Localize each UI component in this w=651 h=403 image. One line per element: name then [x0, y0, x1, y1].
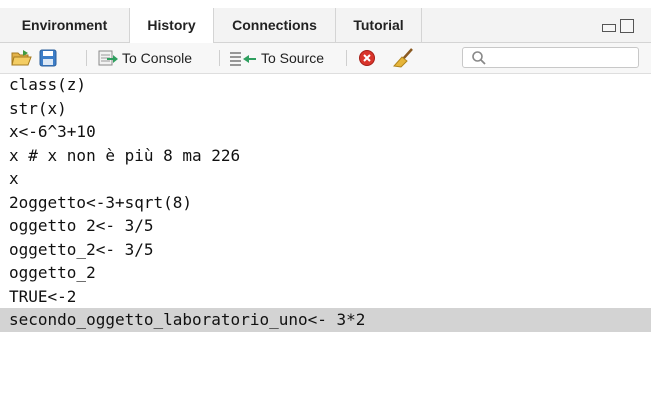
remove-entries-button[interactable]	[358, 43, 376, 73]
save-history-button[interactable]	[39, 43, 57, 73]
to-console-label: To Console	[122, 50, 193, 66]
history-entry[interactable]: oggetto_2	[0, 261, 651, 285]
history-entry[interactable]: oggetto 2<- 3/5	[0, 214, 651, 238]
history-entry[interactable]: x<-6^3+10	[0, 120, 651, 144]
to-console-button[interactable]: To Console	[98, 43, 192, 73]
clear-history-button[interactable]	[393, 43, 415, 73]
to-console-icon	[98, 50, 118, 66]
history-entry[interactable]: oggetto_2<- 3/5	[0, 238, 651, 262]
history-search-input[interactable]	[462, 47, 639, 68]
history-list: class(z) str(x) x<-6^3+10 x # x non è pi…	[0, 73, 651, 332]
history-entry[interactable]: x	[0, 167, 651, 191]
toolbar-separator	[86, 50, 87, 66]
history-entry-selected[interactable]: secondo_oggetto_laboratorio_uno<- 3*2	[0, 308, 651, 332]
history-entry[interactable]: str(x)	[0, 97, 651, 121]
history-entry[interactable]: 2oggetto<-3+sqrt(8)	[0, 191, 651, 215]
to-source-icon	[230, 52, 256, 66]
tab-environment[interactable]: Environment	[0, 8, 130, 42]
save-icon	[39, 49, 57, 67]
history-entry[interactable]: x # x non è più 8 ma 226	[0, 144, 651, 168]
search-icon	[472, 51, 486, 65]
history-pane: Environment History Connections Tutorial	[0, 0, 651, 403]
tab-bar: Environment History Connections Tutorial	[0, 8, 651, 43]
history-toolbar: To Console To Source	[0, 43, 651, 74]
minimize-pane-icon[interactable]	[602, 19, 616, 33]
open-folder-icon	[11, 50, 32, 66]
tab-tutorial[interactable]: Tutorial	[336, 8, 422, 42]
load-history-button[interactable]	[11, 43, 33, 73]
tab-connections[interactable]: Connections	[214, 8, 336, 42]
to-source-button[interactable]: To Source	[229, 43, 324, 73]
to-source-label: To Source	[261, 50, 325, 66]
toolbar-separator	[346, 50, 347, 66]
delete-icon	[359, 50, 375, 66]
history-entry[interactable]: class(z)	[0, 73, 651, 97]
broom-icon	[393, 48, 413, 68]
tab-history[interactable]: History	[130, 8, 214, 43]
maximize-pane-icon[interactable]	[620, 19, 634, 33]
history-entry[interactable]: TRUE<-2	[0, 285, 651, 309]
toolbar-separator	[219, 50, 220, 66]
